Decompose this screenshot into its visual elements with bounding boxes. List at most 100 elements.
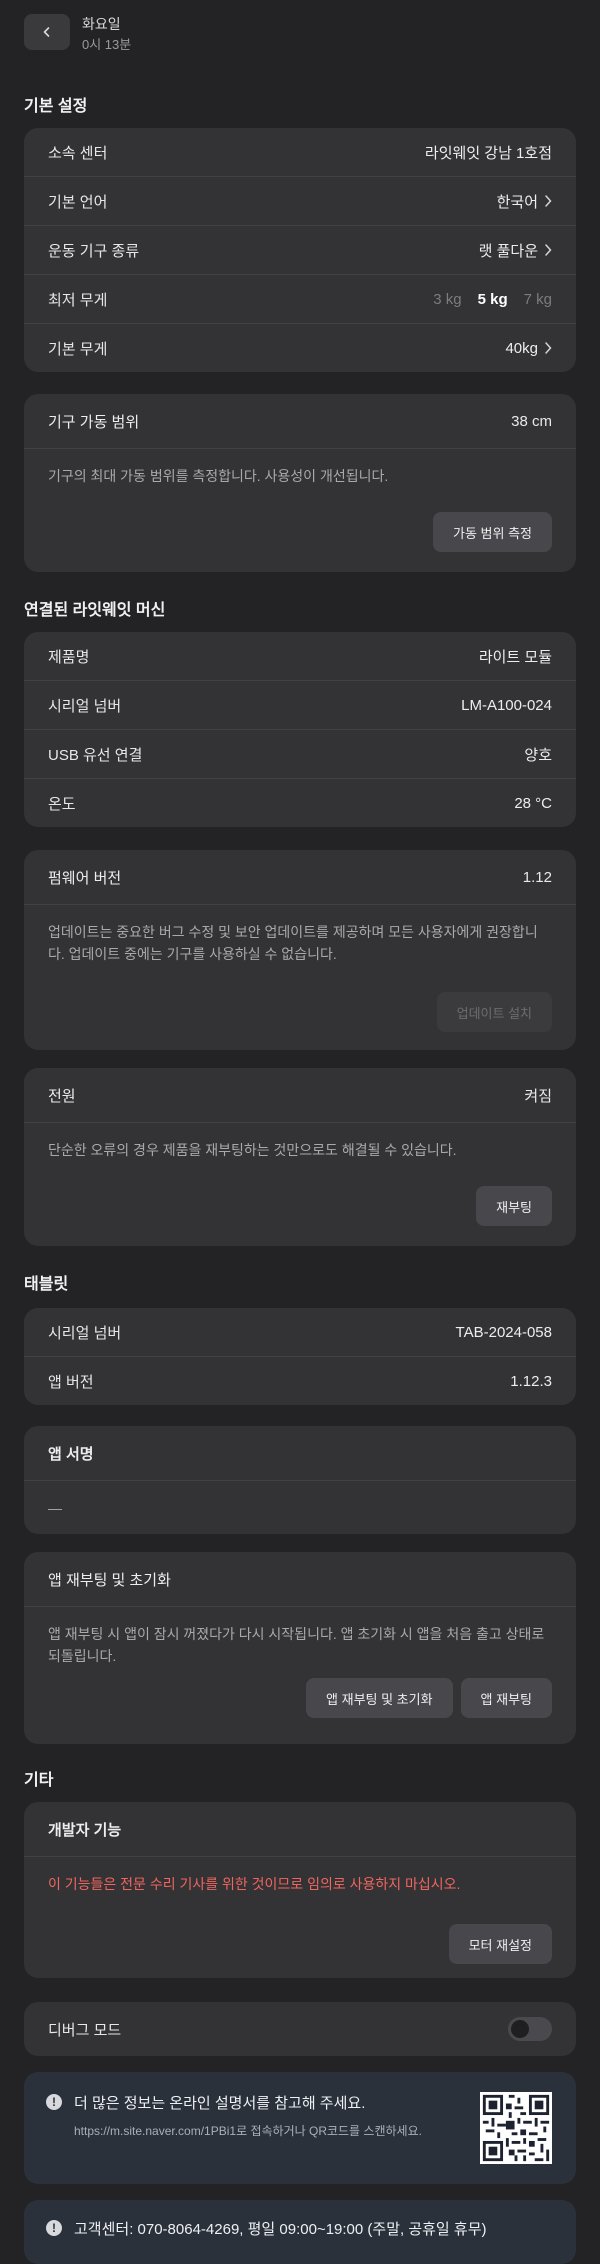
- row-label: USB 유선 연결: [48, 746, 143, 764]
- motor-reset-button[interactable]: 모터 재설정: [448, 1924, 552, 1964]
- developer-label: 개발자 기능: [48, 1821, 122, 1839]
- signature-head: 앱 서명: [24, 1426, 576, 1481]
- power-head: 전원 켜짐: [24, 1068, 576, 1123]
- row-value: TAB-2024-058: [455, 1323, 552, 1341]
- app-reset-button[interactable]: 앱 재부팅 및 초기화: [306, 1678, 453, 1718]
- range-card: 기구 가동 범위 38 cm 기구의 최대 가동 범위를 측정합니다. 사용성이…: [24, 394, 576, 572]
- row-value: 랫 풀다운: [478, 242, 538, 260]
- row-label: 소속 센터: [48, 144, 108, 162]
- weight-option[interactable]: 3 kg: [433, 291, 461, 308]
- section-title-machine: 연결된 라잇웨잇 머신: [24, 602, 166, 619]
- install-update-button[interactable]: 업데이트 설치: [436, 992, 552, 1032]
- row-value: LM-A100-024: [461, 696, 552, 714]
- row-value: 한국어: [496, 193, 538, 211]
- chevron-right-icon: [545, 244, 552, 256]
- chevron-right-icon: [545, 195, 552, 207]
- tablet-serial-row: 시리얼 넘버 TAB-2024-058: [24, 1308, 576, 1357]
- row-label: 기본 언어: [48, 193, 108, 211]
- row-value-wrap: 한국어: [497, 191, 552, 212]
- row-value-wrap: 40kg: [505, 340, 552, 357]
- measure-range-button[interactable]: 가동 범위 측정: [433, 512, 552, 552]
- range-actions: 가동 범위 측정: [433, 512, 552, 552]
- developer-warning: 이 기능들은 전문 수리 기사를 위한 것이므로 임의로 사용하지 마십시오.: [48, 1876, 461, 1892]
- day-title: 화요일: [82, 16, 121, 32]
- row-label: 시리얼 넘버: [48, 1324, 122, 1342]
- row-value: 1.12.3: [510, 1372, 552, 1390]
- section-title-tablet: 태블릿: [24, 1276, 69, 1293]
- reboot-button[interactable]: 재부팅: [476, 1186, 552, 1226]
- header: 화요일 0시 13분: [0, 0, 600, 66]
- developer-actions: 모터 재설정: [448, 1924, 552, 1964]
- row-value-wrap: 랫 풀다운: [479, 240, 552, 261]
- app-reset-label: 앱 재부팅 및 초기화: [48, 1571, 171, 1589]
- range-description: 기구의 최대 가동 범위를 측정합니다. 사용성이 개선됩니다.: [48, 468, 389, 484]
- range-head: 기구 가동 범위 38 cm: [24, 394, 576, 449]
- firmware-card: 펌웨어 버전 1.12 업데이트는 중요한 버그 수정 및 보안 업데이트를 제…: [24, 850, 576, 1050]
- app-reboot-button[interactable]: 앱 재부팅: [460, 1678, 552, 1718]
- row-label: 온도: [48, 795, 76, 813]
- row-value: 40kg: [505, 339, 538, 357]
- app-reset-actions: 앱 재부팅 및 초기화 앱 재부팅: [306, 1678, 552, 1718]
- debug-toggle[interactable]: [508, 2017, 552, 2041]
- chevron-left-icon: [43, 27, 50, 37]
- row-label: 시리얼 넘버: [48, 697, 122, 715]
- time-subtitle: 0시 13분: [82, 37, 132, 52]
- product-name-row: 제품명 라이트 모듈: [24, 632, 576, 681]
- equipment-type-row[interactable]: 운동 기구 종류 랫 풀다운: [24, 226, 576, 275]
- power-value: 켜짐: [524, 1087, 552, 1105]
- debug-row: 디버그 모드: [24, 2002, 576, 2056]
- row-label: 제품명: [48, 648, 90, 666]
- row-value: 라잇웨잇 강남 1호점: [424, 144, 552, 162]
- min-weight-selector: 3 kg 5 kg 7 kg: [433, 291, 552, 308]
- firmware-label: 펌웨어 버전: [48, 869, 122, 887]
- power-card: 전원 켜짐 단순한 오류의 경우 제품을 재부팅하는 것만으로도 해결될 수 있…: [24, 1068, 576, 1246]
- toggle-knob: [511, 2020, 529, 2038]
- power-actions: 재부팅: [476, 1186, 552, 1226]
- row-value: 양호: [524, 746, 552, 764]
- support-text: 고객센터: 070-8064-4269, 평일 09:00~19:00 (주말,…: [74, 2221, 487, 2238]
- section-title-basic: 기본 설정: [24, 98, 88, 115]
- support-info-card: ! 고객센터: 070-8064-4269, 평일 09:00~19:00 (주…: [24, 2200, 576, 2264]
- basic-settings-card: 소속 센터 라잇웨잇 강남 1호점 기본 언어 한국어 운동 기구 종류 랫 풀…: [24, 128, 576, 372]
- row-label: 최저 무게: [48, 291, 108, 309]
- manual-title: 더 많은 정보는 온라인 설명서를 참고해 주세요.: [74, 2095, 366, 2112]
- min-weight-row: 최저 무게 3 kg 5 kg 7 kg: [24, 275, 576, 324]
- weight-option[interactable]: 7 kg: [524, 291, 552, 308]
- row-label: 앱 버전: [48, 1373, 94, 1391]
- info-icon: !: [46, 2220, 62, 2236]
- signature-label: 앱 서명: [48, 1445, 94, 1463]
- section-title-etc: 기타: [24, 1772, 54, 1789]
- power-label: 전원: [48, 1087, 76, 1105]
- firmware-description: 업데이트는 중요한 버그 수정 및 보안 업데이트를 제공하며 모든 사용자에게…: [48, 924, 538, 962]
- signature-card: 앱 서명 —: [24, 1426, 576, 1534]
- machine-serial-row: 시리얼 넘버 LM-A100-024: [24, 681, 576, 730]
- row-label: 운동 기구 종류: [48, 242, 140, 260]
- row-value: 28 °C: [514, 794, 552, 812]
- language-row[interactable]: 기본 언어 한국어: [24, 177, 576, 226]
- app-reset-card: 앱 재부팅 및 초기화 앱 재부팅 시 앱이 잠시 꺼졌다가 다시 시작됩니다.…: [24, 1552, 576, 1744]
- manual-description: https://m.site.naver.com/1PBi1로 접속하거나 QR…: [74, 2124, 422, 2138]
- range-value: 38 cm: [511, 412, 552, 430]
- default-weight-row[interactable]: 기본 무게 40kg: [24, 324, 576, 372]
- firmware-head: 펌웨어 버전 1.12: [24, 850, 576, 905]
- power-description: 단순한 오류의 경우 제품을 재부팅하는 것만으로도 해결될 수 있습니다.: [48, 1142, 457, 1158]
- usb-row: USB 유선 연결 양호: [24, 730, 576, 779]
- info-icon: !: [46, 2094, 62, 2110]
- machine-card: 제품명 라이트 모듈 시리얼 넘버 LM-A100-024 USB 유선 연결 …: [24, 632, 576, 827]
- qr-code-icon[interactable]: [480, 2092, 552, 2164]
- row-label: 기본 무게: [48, 340, 108, 358]
- row-value: 라이트 모듈: [478, 648, 552, 666]
- weight-option-selected[interactable]: 5 kg: [478, 291, 508, 308]
- firmware-value: 1.12: [522, 868, 552, 886]
- chevron-right-icon: [545, 342, 552, 354]
- range-label: 기구 가동 범위: [48, 413, 140, 431]
- manual-info-card: ! 더 많은 정보는 온라인 설명서를 참고해 주세요. https://m.s…: [24, 2072, 576, 2184]
- tablet-card: 시리얼 넘버 TAB-2024-058 앱 버전 1.12.3: [24, 1308, 576, 1405]
- app-reset-description: 앱 재부팅 시 앱이 잠시 꺼졌다가 다시 시작됩니다. 앱 초기화 시 앱을 …: [48, 1626, 545, 1664]
- app-reset-head: 앱 재부팅 및 초기화: [24, 1552, 576, 1607]
- developer-card: 개발자 기능 이 기능들은 전문 수리 기사를 위한 것이므로 임의로 사용하지…: [24, 1802, 576, 1978]
- app-version-row: 앱 버전 1.12.3: [24, 1357, 576, 1405]
- back-button[interactable]: [24, 14, 70, 50]
- developer-head: 개발자 기능: [24, 1802, 576, 1857]
- debug-label: 디버그 모드: [48, 2021, 122, 2039]
